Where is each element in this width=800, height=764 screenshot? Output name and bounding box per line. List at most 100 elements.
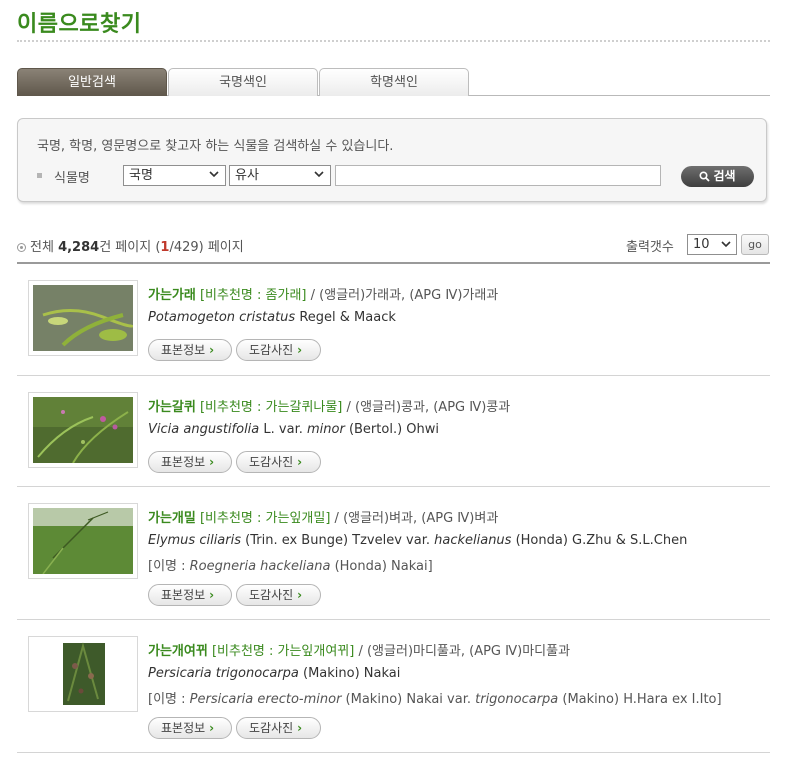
page-title: 이름으로찾기 bbox=[17, 12, 142, 37]
photo-button[interactable]: 도감사진 › bbox=[236, 451, 321, 473]
alt-name: [비추천명 : 가는잎개밀] bbox=[199, 511, 331, 526]
photo-button[interactable]: 도감사진 › bbox=[236, 584, 321, 606]
title-divider bbox=[17, 40, 770, 42]
plant-photo bbox=[33, 397, 133, 463]
tab-scientific-name-index[interactable]: 학명색인 bbox=[319, 68, 469, 96]
total-pages: /429) bbox=[169, 240, 204, 255]
go-button[interactable]: go bbox=[741, 234, 769, 255]
chevron-right-icon: › bbox=[209, 721, 215, 735]
plant-thumbnail[interactable] bbox=[28, 392, 138, 468]
scientific-name: Vicia angustifolia L. var. minor (Bertol… bbox=[148, 422, 439, 437]
page-suffix: 페이지 bbox=[207, 240, 244, 255]
photo-button[interactable]: 도감사진 › bbox=[236, 339, 321, 361]
korean-name-link[interactable]: 가는개밀 bbox=[148, 511, 196, 526]
specimen-button-label: 표본정보 bbox=[161, 588, 206, 602]
tab-general-search[interactable]: 일반검색 bbox=[17, 68, 167, 96]
total-prefix: 전체 bbox=[30, 240, 54, 255]
alt-name: [비추천명 : 가는잎개여뀌] bbox=[211, 644, 355, 659]
sci-variety: hackelianus bbox=[434, 533, 512, 548]
list-item: 가는개밀 [비추천명 : 가는잎개밀] / (앵글러)벼과, (APG Ⅳ)벼과… bbox=[17, 487, 770, 620]
synonym-name: Persicaria erecto-minor bbox=[189, 692, 342, 707]
family-info: / (앵글러)마디풀과, (APG Ⅳ)마디풀과 bbox=[354, 644, 571, 659]
list-item: 가는갈퀴 [비추천명 : 가는갈퀴나물] / (앵글러)콩과, (APG Ⅳ)콩… bbox=[17, 376, 770, 487]
search-panel: 국명, 학명, 영문명으로 찾고자 하는 식물을 검색하실 수 있습니다. 식물… bbox=[17, 118, 767, 202]
specimen-info-button[interactable]: 표본정보 › bbox=[148, 339, 232, 361]
photo-button-label: 도감사진 bbox=[249, 343, 294, 357]
sci-genus-species: Vicia angustifolia bbox=[148, 422, 260, 437]
per-page-value: 10 bbox=[693, 237, 710, 252]
search-tabs: 일반검색 국명색인 학명색인 bbox=[17, 68, 770, 96]
family-info: / (앵글러)벼과, (APG Ⅳ)벼과 bbox=[330, 511, 499, 526]
photo-button[interactable]: 도감사진 › bbox=[236, 717, 321, 739]
family-info: / (앵글러)가래과, (APG Ⅳ)가래과 bbox=[306, 288, 499, 303]
chevron-right-icon: › bbox=[297, 721, 303, 735]
specimen-button-label: 표본정보 bbox=[161, 455, 206, 469]
korean-name-link[interactable]: 가는갈퀴 bbox=[148, 400, 196, 415]
scientific-name: Persicaria trigonocarpa (Makino) Nakai bbox=[148, 666, 400, 681]
specimen-button-label: 표본정보 bbox=[161, 343, 206, 357]
sci-variety: minor bbox=[306, 422, 345, 437]
plant-thumbnail[interactable] bbox=[28, 280, 138, 356]
synonym-prefix: [이명 : bbox=[148, 559, 190, 574]
unit-and-page: 건 페이지 bbox=[99, 240, 152, 255]
alt-name: [비추천명 : 좀가래] bbox=[199, 288, 307, 303]
synonym-rank: (Makino) Nakai var. bbox=[341, 692, 476, 707]
name-type-value: 국명 bbox=[129, 168, 153, 183]
search-input[interactable] bbox=[335, 165, 661, 186]
list-item: 가는가래 [비추천명 : 좀가래] / (앵글러)가래과, (APG Ⅳ)가래과… bbox=[17, 264, 770, 376]
chevron-right-icon: › bbox=[209, 343, 215, 357]
korean-name-link[interactable]: 가는개여뀌 bbox=[148, 644, 208, 659]
sci-genus-species: Persicaria trigonocarpa bbox=[148, 666, 299, 681]
specimen-info-button[interactable]: 표본정보 › bbox=[148, 584, 232, 606]
chevron-down-icon bbox=[721, 241, 731, 248]
plant-thumbnail[interactable] bbox=[28, 636, 138, 712]
search-icon bbox=[699, 171, 711, 182]
sci-genus-species: Elymus ciliaris bbox=[148, 533, 242, 548]
specimen-button-label: 표본정보 bbox=[161, 721, 206, 735]
item-title-line: 가는가래 [비추천명 : 좀가래] / (앵글러)가래과, (APG Ⅳ)가래과 bbox=[148, 284, 498, 303]
bullet-icon bbox=[37, 173, 42, 178]
search-description: 국명, 학명, 영문명으로 찾고자 하는 식물을 검색하실 수 있습니다. bbox=[37, 139, 394, 154]
synonym: [이명 : Persicaria erecto-minor (Makino) N… bbox=[148, 688, 722, 707]
synonym: [이명 : Roegneria hackeliana (Honda) Nakai… bbox=[148, 555, 433, 574]
sci-author: Regel & Maack bbox=[295, 310, 396, 325]
tab-korean-name-index[interactable]: 국명색인 bbox=[168, 68, 318, 96]
synonym-name: Roegneria hackeliana bbox=[189, 559, 331, 574]
match-type-select[interactable]: 유사 bbox=[229, 165, 331, 186]
chevron-right-icon: › bbox=[297, 343, 303, 357]
total-count: 4,284 bbox=[58, 240, 100, 255]
korean-name-link[interactable]: 가는가래 bbox=[148, 288, 196, 303]
plant-photo bbox=[33, 641, 133, 707]
sci-author: (Makino) Nakai bbox=[298, 666, 401, 681]
synonym-variety: trigonocarpa bbox=[475, 692, 559, 707]
sci-genus-species: Potamogeton cristatus bbox=[148, 310, 296, 325]
photo-button-label: 도감사진 bbox=[249, 455, 294, 469]
specimen-info-button[interactable]: 표본정보 › bbox=[148, 451, 232, 473]
synonym-author: (Makino) H.Hara ex I.Ito] bbox=[558, 692, 722, 707]
photo-button-label: 도감사진 bbox=[249, 721, 294, 735]
plant-thumbnail[interactable] bbox=[28, 503, 138, 579]
result-summary: 전체 4,284건 페이지 (1/429) 페이지 bbox=[17, 236, 244, 255]
list-item: 가는개여뀌 [비추천명 : 가는잎개여뀌] / (앵글러)마디풀과, (APG … bbox=[17, 620, 770, 753]
chevron-down-icon bbox=[314, 171, 324, 178]
match-type-value: 유사 bbox=[235, 168, 259, 183]
synonym-author: (Honda) Nakai] bbox=[330, 559, 433, 574]
synonym-prefix: [이명 : bbox=[148, 692, 190, 707]
name-type-select[interactable]: 국명 bbox=[123, 165, 226, 186]
sci-author: (Honda) G.Zhu & S.L.Chen bbox=[511, 533, 688, 548]
plant-name-label: 식물명 bbox=[54, 171, 90, 186]
chevron-right-icon: › bbox=[209, 588, 215, 602]
chevron-right-icon: › bbox=[297, 455, 303, 469]
search-button-label: 검색 bbox=[713, 169, 736, 183]
photo-button-label: 도감사진 bbox=[249, 588, 294, 602]
sci-rank: (Trin. ex Bunge) Tzvelev var. bbox=[241, 533, 435, 548]
family-info: / (앵글러)콩과, (APG Ⅳ)콩과 bbox=[342, 400, 511, 415]
specimen-info-button[interactable]: 표본정보 › bbox=[148, 717, 232, 739]
item-title-line: 가는갈퀴 [비추천명 : 가는갈퀴나물] / (앵글러)콩과, (APG Ⅳ)콩… bbox=[148, 396, 510, 415]
per-page-label: 출력갯수 bbox=[626, 240, 674, 255]
scientific-name: Potamogeton cristatus Regel & Maack bbox=[148, 310, 396, 325]
search-button[interactable]: 검색 bbox=[681, 166, 754, 187]
per-page-select[interactable]: 10 bbox=[687, 234, 737, 255]
sci-author: (Bertol.) Ohwi bbox=[344, 422, 439, 437]
plant-photo bbox=[33, 508, 133, 574]
